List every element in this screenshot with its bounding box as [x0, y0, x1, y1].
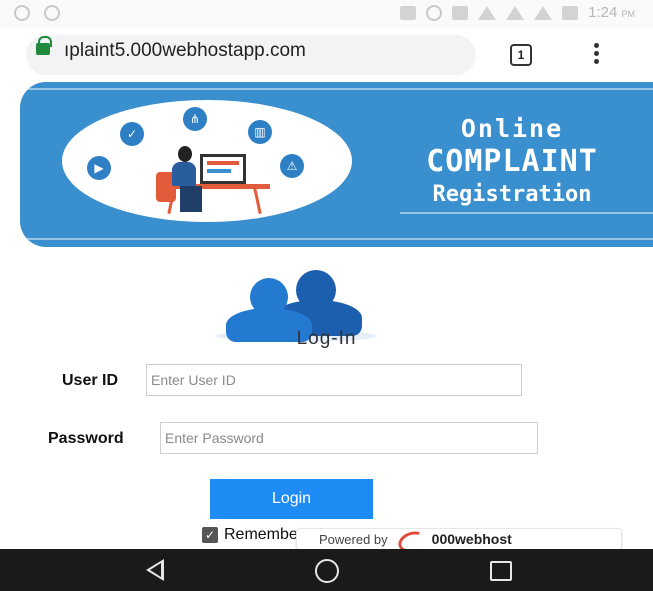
user-id-label: User ID — [62, 372, 119, 389]
password-label: Password — [48, 430, 124, 447]
login-button[interactable]: Login — [210, 479, 373, 519]
notification-icons — [14, 5, 60, 21]
powered-by-brand: 000webhost — [431, 531, 512, 547]
network-icon: ⋔ — [183, 107, 207, 131]
clock-period: PM — [621, 9, 636, 19]
app-notification-icon — [14, 5, 30, 21]
signal-icon — [534, 5, 553, 20]
banner-stripe — [400, 212, 653, 214]
banner-title-line2: COMPLAINT — [426, 144, 598, 179]
person-body — [172, 162, 196, 186]
app-notification-icon — [44, 5, 60, 21]
powered-by-text: Powered by — [319, 531, 388, 547]
battery-icon — [562, 5, 579, 20]
password-field[interactable] — [160, 422, 538, 454]
clock: 1:24 PM — [588, 4, 635, 21]
vibrate-icon — [452, 5, 469, 20]
login-heading: Log-In — [296, 328, 357, 349]
tab-switcher-button[interactable]: 1 — [510, 44, 532, 66]
powered-by-badge[interactable]: Powered by 000webhost — [296, 528, 622, 550]
banner-title-line3: Registration — [432, 182, 592, 207]
status-bar: 1:24 PM — [0, 0, 653, 28]
recent-apps-icon[interactable] — [490, 561, 512, 581]
person-illustration — [178, 146, 192, 162]
banner-title-line1: Online — [460, 114, 564, 143]
user-silhouette — [296, 270, 336, 310]
wifi-icon — [478, 5, 497, 20]
remember-me-checkbox[interactable]: ✓ — [202, 527, 218, 543]
webhost-logo-icon — [396, 532, 424, 546]
warning-icon: ⚠ — [280, 154, 304, 178]
home-icon[interactable] — [315, 559, 339, 583]
check-icon: ✓ — [120, 122, 144, 146]
user-silhouette — [250, 278, 288, 316]
person-legs — [180, 186, 202, 212]
signal-icon — [506, 5, 525, 20]
monitor-illustration — [200, 154, 246, 184]
site-banner: ✓ ⋔ ▥ ▶ ⚠ Online COMPLAINT Registration — [20, 82, 653, 247]
lock-icon[interactable] — [36, 36, 52, 55]
monitor-line — [207, 161, 239, 165]
system-nav-bar — [0, 549, 653, 591]
dnd-icon — [426, 4, 443, 21]
banner-stripe — [20, 88, 653, 90]
banner-stripe — [20, 238, 653, 240]
browser-toolbar: ıplaint5.000webhostapp.com 1 — [0, 28, 653, 82]
monitor-line — [207, 169, 231, 173]
system-icons: 1:24 PM — [400, 4, 635, 21]
clock-time: 1:24 — [588, 4, 618, 21]
cast-icon — [400, 5, 417, 20]
more-vert-icon[interactable] — [594, 43, 600, 67]
url-text[interactable]: ıplaint5.000webhostapp.com — [64, 40, 306, 62]
back-icon[interactable] — [146, 559, 164, 581]
bar-chart-icon: ▥ — [248, 120, 272, 144]
play-icon: ▶ — [87, 156, 111, 180]
user-id-field[interactable] — [146, 364, 522, 396]
